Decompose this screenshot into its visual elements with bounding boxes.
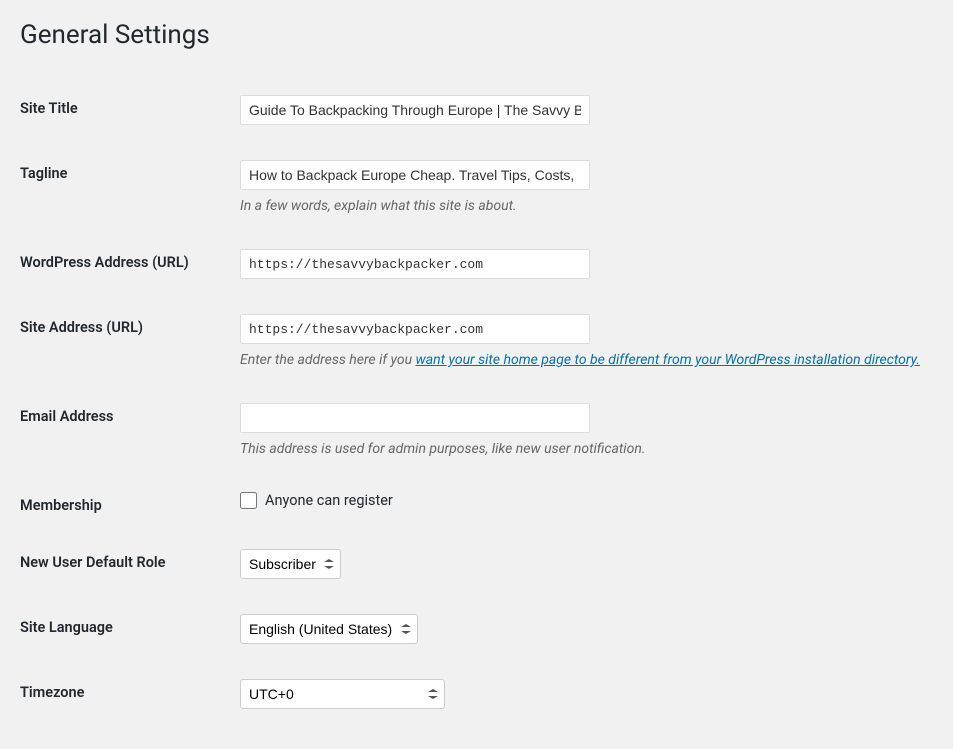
membership-checkbox-text: Anyone can register [265, 492, 393, 509]
page-title: General Settings [20, 20, 933, 50]
site-url-help-link[interactable]: want your site home page to be different… [416, 352, 920, 368]
site-title-input[interactable] [240, 95, 590, 125]
membership-label: Membership [20, 477, 240, 534]
site-url-label: Site Address (URL) [20, 299, 240, 388]
wp-url-input[interactable] [240, 249, 590, 279]
timezone-label: Timezone [20, 664, 240, 729]
site-url-description: Enter the address here if you want your … [240, 352, 933, 368]
default-role-select[interactable]: Subscriber [240, 549, 341, 579]
site-language-label: Site Language [20, 599, 240, 664]
timezone-select[interactable]: UTC+0 [240, 679, 445, 709]
membership-checkbox[interactable] [240, 492, 257, 509]
email-description: This address is used for admin purposes,… [240, 441, 933, 457]
wp-url-label: WordPress Address (URL) [20, 234, 240, 299]
membership-checkbox-label[interactable]: Anyone can register [240, 492, 393, 509]
email-label: Email Address [20, 388, 240, 477]
email-input[interactable] [240, 403, 590, 433]
tagline-description: In a few words, explain what this site i… [240, 198, 933, 214]
tagline-label: Tagline [20, 145, 240, 234]
site-url-input[interactable] [240, 314, 590, 344]
site-title-label: Site Title [20, 80, 240, 145]
default-role-label: New User Default Role [20, 534, 240, 599]
tagline-input[interactable] [240, 160, 590, 190]
site-language-select[interactable]: English (United States) [240, 614, 418, 644]
